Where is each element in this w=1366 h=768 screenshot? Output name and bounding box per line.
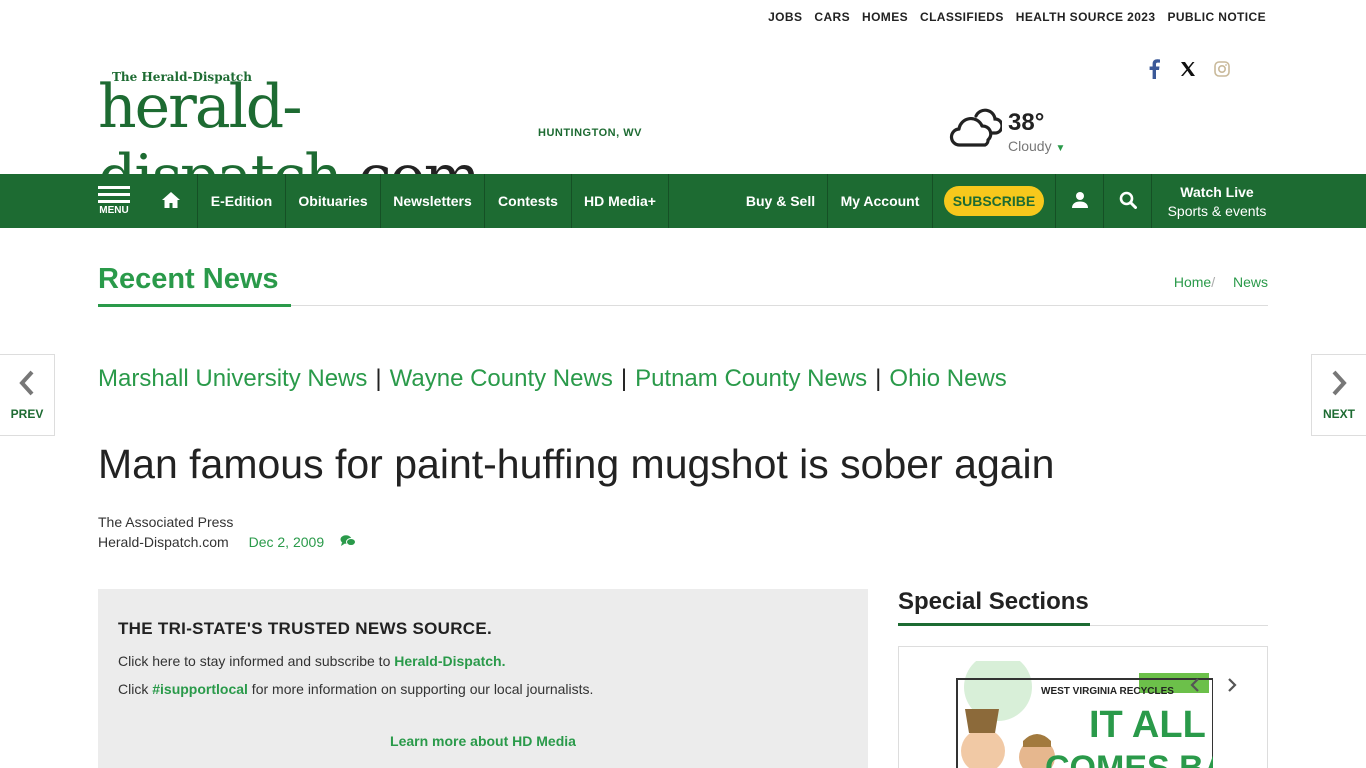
weather-condition: Cloudy ▼ xyxy=(1008,138,1066,154)
hamburger-icon xyxy=(98,186,130,189)
link-wayne-news[interactable]: Wayne County News xyxy=(390,365,613,392)
nav-e-edition[interactable]: E-Edition xyxy=(198,174,286,228)
svg-text:COMES BACK: COMES BACK xyxy=(1045,749,1213,768)
promo-subscribe-link[interactable]: Herald-Dispatch. xyxy=(394,653,505,669)
promo-isupportlocal-link[interactable]: #isupportlocal xyxy=(152,681,248,697)
chevron-right-icon xyxy=(1330,370,1348,401)
link-marshall-news[interactable]: Marshall University News xyxy=(98,365,367,392)
comments-icon[interactable] xyxy=(340,533,356,553)
article-author: The Associated Press xyxy=(98,514,234,530)
nav-obituaries[interactable]: Obituaries xyxy=(286,174,381,228)
cloud-icon xyxy=(948,106,1004,153)
subscribe-promo: THE TRI-STATE'S TRUSTED NEWS SOURCE. Cli… xyxy=(98,589,868,768)
carousel-next-icon[interactable] xyxy=(1226,677,1238,698)
special-sections-underline xyxy=(898,623,1090,626)
promo-heading: THE TRI-STATE'S TRUSTED NEWS SOURCE. xyxy=(118,619,493,638)
news-section-links: Marshall University News | Wayne County Ne… xyxy=(98,365,1007,392)
nav-home[interactable] xyxy=(144,174,198,228)
article-headline: Man famous for paint-huffing mugshot is … xyxy=(98,441,1055,487)
nav-newsletters[interactable]: Newsletters xyxy=(381,174,485,228)
link-ohio-news[interactable]: Ohio News xyxy=(889,365,1006,392)
facebook-icon[interactable] xyxy=(1144,58,1164,80)
breadcrumb: Home/ News xyxy=(1173,274,1268,290)
top-link-public-notice[interactable]: PUBLIC NOTICE xyxy=(1167,10,1266,24)
carousel-prev-icon[interactable] xyxy=(1189,677,1201,698)
nav-buy-sell[interactable]: Buy & Sell xyxy=(734,174,828,228)
section-title-underline xyxy=(98,304,291,307)
weather-temp: 38° xyxy=(1008,109,1045,136)
logo-location: HUNTINGTON, WV xyxy=(538,127,642,139)
link-putnam-news[interactable]: Putnam County News xyxy=(635,365,867,392)
site-logo[interactable]: The Herald-Dispatch herald-dispatch.com … xyxy=(98,70,658,212)
nav-watch-live[interactable]: Watch Live Sports & events xyxy=(1152,174,1282,228)
menu-button[interactable]: MENU xyxy=(98,186,130,216)
article-source: Herald-Dispatch.com xyxy=(98,534,229,550)
subscribe-button[interactable]: SUBSCRIBE xyxy=(943,186,1045,216)
special-sections-title: Special Sections xyxy=(898,588,1089,615)
breadcrumb-home[interactable]: Home xyxy=(1174,274,1211,290)
article-byline: The Associated Press Herald-Dispatch.com… xyxy=(98,512,356,553)
promo-line-subscribe: Click here to stay informed and subscrib… xyxy=(118,653,506,669)
weather-widget[interactable]: 38° Cloudy ▼ xyxy=(948,106,1065,154)
prev-article-button[interactable]: PREV xyxy=(0,354,55,436)
top-link-jobs[interactable]: JOBS xyxy=(768,10,802,24)
main-nav: MENU E-Edition Obituaries Newsletters Co… xyxy=(0,174,1366,228)
special-sections-carousel: WEST VIRGINIA RECYCLES IT ALL COMES BACK xyxy=(898,646,1268,768)
nav-hd-media-plus[interactable]: HD Media+ xyxy=(572,174,669,228)
nav-user[interactable] xyxy=(1056,174,1104,228)
search-icon xyxy=(1119,191,1137,212)
breadcrumb-news[interactable]: News xyxy=(1233,274,1268,290)
top-utility-links: JOBS CARS HOMES CLASSIFIEDS HEALTH SOURC… xyxy=(768,10,1266,24)
top-link-classifieds[interactable]: CLASSIFIEDS xyxy=(920,10,1004,24)
instagram-icon[interactable] xyxy=(1212,58,1232,80)
home-icon xyxy=(161,191,181,212)
chevron-left-icon xyxy=(18,370,36,401)
subscribe-wrap: SUBSCRIBE xyxy=(933,174,1056,228)
special-section-ad-image[interactable]: WEST VIRGINIA RECYCLES IT ALL COMES BACK xyxy=(953,653,1267,768)
svg-text:WEST VIRGINIA RECYCLES: WEST VIRGINIA RECYCLES xyxy=(1041,686,1174,697)
article-date: Dec 2, 2009 xyxy=(248,534,325,550)
next-article-button[interactable]: NEXT xyxy=(1311,354,1366,436)
user-icon xyxy=(1071,191,1089,212)
top-link-health-source[interactable]: HEALTH SOURCE 2023 xyxy=(1016,10,1156,24)
top-link-cars[interactable]: CARS xyxy=(814,10,850,24)
top-link-homes[interactable]: HOMES xyxy=(862,10,908,24)
chevron-down-icon: ▼ xyxy=(1055,143,1066,154)
nav-contests[interactable]: Contests xyxy=(485,174,572,228)
promo-line-support: Click #isupportlocal for more informatio… xyxy=(118,681,594,697)
social-links xyxy=(1144,58,1232,80)
svg-text:IT ALL: IT ALL xyxy=(1089,704,1206,746)
nav-my-account[interactable]: My Account xyxy=(828,174,933,228)
x-icon[interactable] xyxy=(1178,58,1198,80)
section-title: Recent News xyxy=(98,263,279,295)
nav-search[interactable] xyxy=(1104,174,1152,228)
learn-more-link[interactable]: Learn more about HD Media xyxy=(118,733,848,749)
